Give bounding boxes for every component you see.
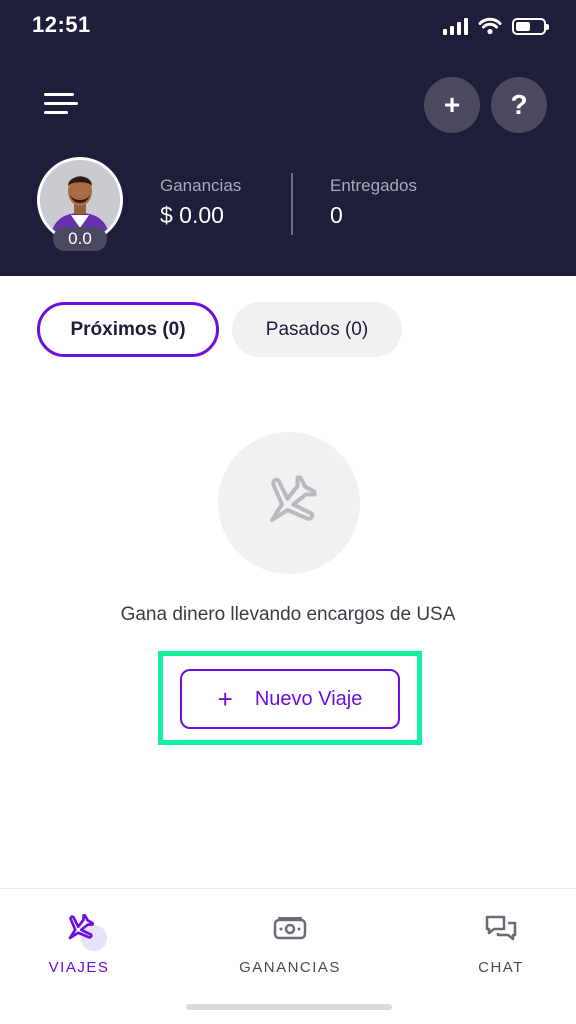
app-screen: 12:51 + ? 0.0 Ganancias $ 0.00 Entregado… <box>0 0 576 1024</box>
plus-icon: + <box>217 684 233 714</box>
earnings-stat: Ganancias $ 0.00 <box>160 176 241 229</box>
status-bar: 12:51 <box>0 0 576 54</box>
tab-past-label: Pasados (0) <box>265 318 369 340</box>
tab-upcoming[interactable]: Próximos (0) <box>37 302 219 357</box>
nav-chat-label: CHAT <box>478 959 524 976</box>
new-trip-button[interactable]: + Nuevo Viaje <box>180 669 400 729</box>
nav-chat-icon-wrap <box>483 911 519 947</box>
earnings-label: Ganancias <box>160 176 242 195</box>
cellular-signal-icon <box>443 17 468 35</box>
wifi-icon <box>478 17 502 35</box>
nav-earnings-label: GANANCIAS <box>239 959 341 976</box>
status-time: 12:51 <box>32 12 91 37</box>
plus-icon: + <box>443 89 461 120</box>
help-button[interactable]: ? <box>491 77 547 133</box>
empty-state-message: Gana dinero llevando encargos de USA <box>120 604 456 625</box>
deliveries-stat: Entregados 0 <box>330 176 417 229</box>
rating-badge: 0.0 <box>53 227 107 251</box>
tab-upcoming-label: Próximos (0) <box>70 318 186 340</box>
question-icon: ? <box>510 89 528 120</box>
airplane-icon <box>68 914 94 940</box>
profile-header: 12:51 + ? 0.0 Ganancias $ 0.00 Entregado… <box>0 0 576 276</box>
airplane-icon <box>270 475 317 522</box>
money-icon <box>273 917 307 940</box>
nav-item-trips[interactable]: VIAJES <box>46 911 112 976</box>
nav-trips-icon-wrap <box>61 911 107 951</box>
new-trip-label: Nuevo Viaje <box>254 687 363 710</box>
nav-item-earnings[interactable]: GANANCIAS <box>238 911 342 976</box>
chat-icon <box>485 915 517 941</box>
earnings-value: $ 0.00 <box>160 202 224 228</box>
tab-past[interactable]: Pasados (0) <box>232 302 402 357</box>
menu-button[interactable] <box>44 90 80 118</box>
nav-item-chat[interactable]: CHAT <box>474 911 528 976</box>
stat-divider <box>291 173 293 235</box>
deliveries-value: 0 <box>330 202 343 228</box>
empty-state-illustration <box>218 432 360 574</box>
nav-trips-label: VIAJES <box>48 959 110 976</box>
nav-earnings-icon-wrap <box>272 911 308 947</box>
battery-icon <box>512 17 549 35</box>
status-icons <box>443 14 549 38</box>
profile-avatar[interactable]: 0.0 <box>37 157 123 251</box>
add-button[interactable]: + <box>424 77 480 133</box>
deliveries-label: Entregados <box>330 176 417 195</box>
home-indicator[interactable] <box>186 1004 392 1010</box>
